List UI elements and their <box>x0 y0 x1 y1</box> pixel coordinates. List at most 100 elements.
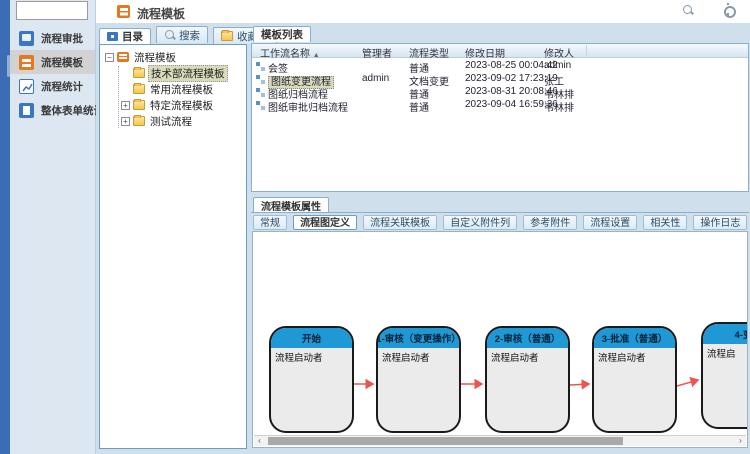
sidebar-item-label: 流程审批 <box>41 31 83 46</box>
flow-node-title: 开始 <box>271 328 352 348</box>
flow-node-body: 流程启动者 <box>271 348 352 364</box>
tab-linked-templates[interactable]: 流程关联模板 <box>363 215 437 230</box>
table-row[interactable]: 图纸归档流程 普通 2023-08-31 20:08:46 韦林排 <box>252 86 748 99</box>
folder-icon <box>133 100 145 110</box>
search-icon[interactable] <box>682 4 694 16</box>
sidebar-item-label: 整体表单统计 <box>41 103 104 118</box>
directory-tree: − 流程模板 技术部流程模板 常用流程模板 + 特定流程模 <box>99 44 247 449</box>
tab-flow-definition[interactable]: 流程图定义 <box>293 215 357 230</box>
cell-name[interactable]: 图纸审批归档流程 <box>268 99 348 114</box>
directory-icon <box>107 32 118 41</box>
tree-item-label[interactable]: 特定流程模板 <box>148 98 215 113</box>
tab-directory[interactable]: 目录 <box>99 28 151 45</box>
tab-template-properties[interactable]: 流程模板属性 <box>253 197 329 212</box>
flow-node-start[interactable]: 开始 流程启动者 <box>269 326 354 433</box>
form-icon <box>19 103 34 118</box>
flow-node-title: 4-变 <box>703 324 748 344</box>
tab-reference-attachments[interactable]: 参考附件 <box>523 215 577 230</box>
flow-node-title: 1-审核（变更操作） <box>378 328 459 348</box>
folder-icon <box>133 68 145 78</box>
sort-asc-icon[interactable]: ▲ <box>313 52 320 59</box>
collapse-expander-icon[interactable]: − <box>105 53 114 62</box>
tree-children: 技术部流程模板 常用流程模板 + 特定流程模板 + 测试流程 <box>118 66 246 128</box>
table-header: 工作流名称 ▲ 管理者 流程类型 修改日期 修改人 <box>252 44 748 58</box>
sidebar-item-process-statistics[interactable]: 流程统计 <box>10 74 95 98</box>
chart-icon <box>19 79 34 94</box>
tab-flow-settings[interactable]: 流程设置 <box>583 215 637 230</box>
cell-manager: admin <box>362 73 389 84</box>
flow-node-approve-normal[interactable]: 3-批准（普通） 流程启动者 <box>592 326 677 433</box>
tree-item-label[interactable]: 技术部流程模板 <box>148 65 228 82</box>
divider <box>251 212 749 213</box>
workflow-icon <box>256 75 265 84</box>
cell-type: 普通 <box>409 99 429 114</box>
expand-plus-icon[interactable]: + <box>121 101 130 110</box>
tree-item-common[interactable]: 常用流程模板 <box>121 82 246 96</box>
sidebar-item-label: 流程统计 <box>41 79 83 94</box>
template-table: 工作流名称 ▲ 管理者 流程类型 修改日期 修改人 会签 普通 2023-08-… <box>251 43 749 192</box>
tree-item-label[interactable]: 测试流程 <box>148 114 194 129</box>
tab-custom-attachment-columns[interactable]: 自定义附件列 <box>443 215 517 230</box>
col-workflow-name[interactable]: 工作流名称 ▲ <box>260 45 320 60</box>
table-row-selected[interactable]: 图纸变更流程 admin 文档变更 2023-09-02 17:23:19 张工 <box>252 73 748 86</box>
main-header: 流程模板 <box>96 0 750 23</box>
horizontal-scrollbar[interactable]: ‹ › <box>254 435 746 446</box>
folder-icon <box>133 116 145 126</box>
flow-diagram-canvas[interactable]: 开始 流程启动者 1-审核（变更操作） 流程启动者 2-审核（普通） 流程启动者… <box>252 231 748 448</box>
tree-tabs: 目录 搜索 收藏夹 <box>99 26 279 44</box>
tab-label: 流程模板属性 <box>261 198 321 213</box>
expand-plus-icon[interactable]: + <box>121 117 130 126</box>
tree-root-label[interactable]: 流程模板 <box>132 50 178 65</box>
tab-operation-log[interactable]: 操作日志 <box>693 215 747 230</box>
table-row[interactable]: 图纸审批归档流程 普通 2023-09-04 16:59:36 韦林排 <box>252 99 748 112</box>
tab-label: 搜索 <box>179 28 200 43</box>
flow-node-review-normal[interactable]: 2-审核（普通） 流程启动者 <box>485 326 570 433</box>
tab-template-list[interactable]: 模板列表 <box>253 26 311 42</box>
workflow-icon <box>256 88 265 97</box>
workflow-icon <box>256 101 265 110</box>
tab-relevance[interactable]: 相关性 <box>643 215 687 230</box>
table-row[interactable]: 会签 普通 2023-08-25 00:04:42 admin <box>252 60 748 73</box>
sidebar-item-form-statistics[interactable]: 整体表单统计 <box>10 98 95 122</box>
col-modifier[interactable]: 修改人 <box>544 45 574 60</box>
flow-node-body: 流程启 <box>703 344 748 360</box>
flow-node-title: 3-批准（普通） <box>594 328 675 348</box>
col-date[interactable]: 修改日期 <box>465 45 505 60</box>
col-type[interactable]: 流程类型 <box>409 45 449 60</box>
tab-general[interactable]: 常规 <box>253 215 287 230</box>
main-area: 流程模板 目录 搜索 收藏夹 − 流程模板 <box>96 0 750 454</box>
sidebar-item-label: 流程模板 <box>41 55 83 70</box>
flow-node-title: 2-审核（普通） <box>487 328 568 348</box>
template-icon <box>19 55 34 70</box>
cell-modifier: admin <box>544 60 571 71</box>
tab-label: 目录 <box>122 29 143 44</box>
col-manager[interactable]: 管理者 <box>362 45 392 60</box>
column-divider <box>586 45 587 56</box>
flow-node-body: 流程启动者 <box>594 348 675 364</box>
tree-item-label[interactable]: 常用流程模板 <box>148 82 215 97</box>
cell-modifier: 韦林排 <box>544 99 574 114</box>
tree-item-test[interactable]: + 测试流程 <box>121 114 246 128</box>
scroll-right-icon[interactable]: › <box>735 436 746 446</box>
properties-tabs: 常规 流程图定义 流程关联模板 自定义附件列 参考附件 流程设置 相关性 操作日… <box>253 215 750 231</box>
left-accent-strip <box>0 0 10 454</box>
flow-node-review-change[interactable]: 1-审核（变更操作） 流程启动者 <box>376 326 461 433</box>
tree-root-icon <box>117 52 129 62</box>
tree-item-specific[interactable]: + 特定流程模板 <box>121 98 246 112</box>
sidebar-item-process-approval[interactable]: 流程审批 <box>10 26 95 50</box>
tree-item-tech-dept[interactable]: 技术部流程模板 <box>121 66 246 80</box>
sidebar-top-box[interactable] <box>16 1 88 20</box>
folder-icon <box>133 84 145 94</box>
process-template-icon <box>117 5 130 18</box>
tab-search[interactable]: 搜索 <box>156 26 208 43</box>
page-title: 流程模板 <box>137 5 185 22</box>
search-tab-icon <box>164 29 176 41</box>
settings-icon[interactable] <box>722 4 734 16</box>
workflow-icon <box>256 62 265 71</box>
tree-root[interactable]: − 流程模板 <box>105 50 246 64</box>
flow-node-change-clipped[interactable]: 4-变 流程启 <box>701 322 748 429</box>
scroll-left-icon[interactable]: ‹ <box>254 436 265 446</box>
sidebar-item-process-template[interactable]: 流程模板 <box>10 50 95 74</box>
favorites-folder-icon <box>221 31 233 41</box>
scrollbar-thumb[interactable] <box>268 437 623 445</box>
